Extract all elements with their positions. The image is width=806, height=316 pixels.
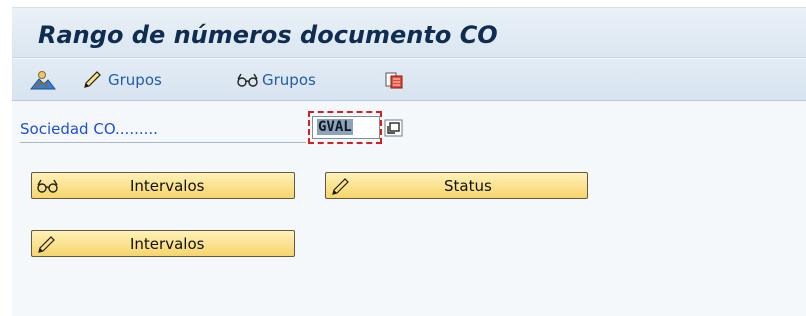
- app-window: Rango de números documento CO Grupos Gru…: [0, 0, 806, 316]
- company-code-input[interactable]: GVAL: [312, 116, 380, 139]
- field-underline: [20, 142, 306, 143]
- mountain-person-icon: [30, 71, 56, 90]
- application-toolbar: Grupos Grupos: [12, 59, 806, 101]
- title-bar: Rango de números documento CO: [12, 8, 806, 58]
- glasses-icon: [237, 73, 258, 87]
- value-help-button[interactable]: [384, 119, 403, 137]
- pencil-icon: [38, 236, 55, 253]
- toolbar-change-groups-button[interactable]: Grupos: [82, 69, 162, 91]
- toolbar-display-groups-button[interactable]: Grupos: [236, 69, 316, 91]
- pencil-icon: [84, 71, 101, 88]
- toolbar-display-groups-label: Grupos: [262, 71, 316, 89]
- change-status-button[interactable]: Status: [325, 172, 588, 199]
- left-edge: [0, 0, 12, 316]
- change-intervals-label: Intervalos: [130, 235, 205, 253]
- toolbar-mountain-button[interactable]: [30, 69, 56, 91]
- page-title: Rango de números documento CO: [38, 21, 498, 49]
- document-copy-icon: [385, 72, 403, 89]
- value-help-icon: [384, 119, 403, 137]
- change-status-label: Status: [444, 177, 492, 195]
- company-code-value: GVAL: [317, 119, 353, 135]
- top-strip: [0, 0, 806, 8]
- toolbar-copy-button[interactable]: [384, 69, 404, 91]
- display-intervals-label: Intervalos: [130, 177, 205, 195]
- content-area: Sociedad CO......... GVAL Intervalos Sta…: [12, 102, 806, 316]
- glasses-icon: [37, 179, 58, 193]
- display-intervals-button[interactable]: Intervalos: [31, 172, 295, 199]
- change-intervals-button[interactable]: Intervalos: [31, 230, 295, 257]
- toolbar-change-groups-label: Grupos: [108, 71, 162, 89]
- company-code-label: Sociedad CO.........: [20, 120, 158, 138]
- pencil-icon: [332, 178, 349, 195]
